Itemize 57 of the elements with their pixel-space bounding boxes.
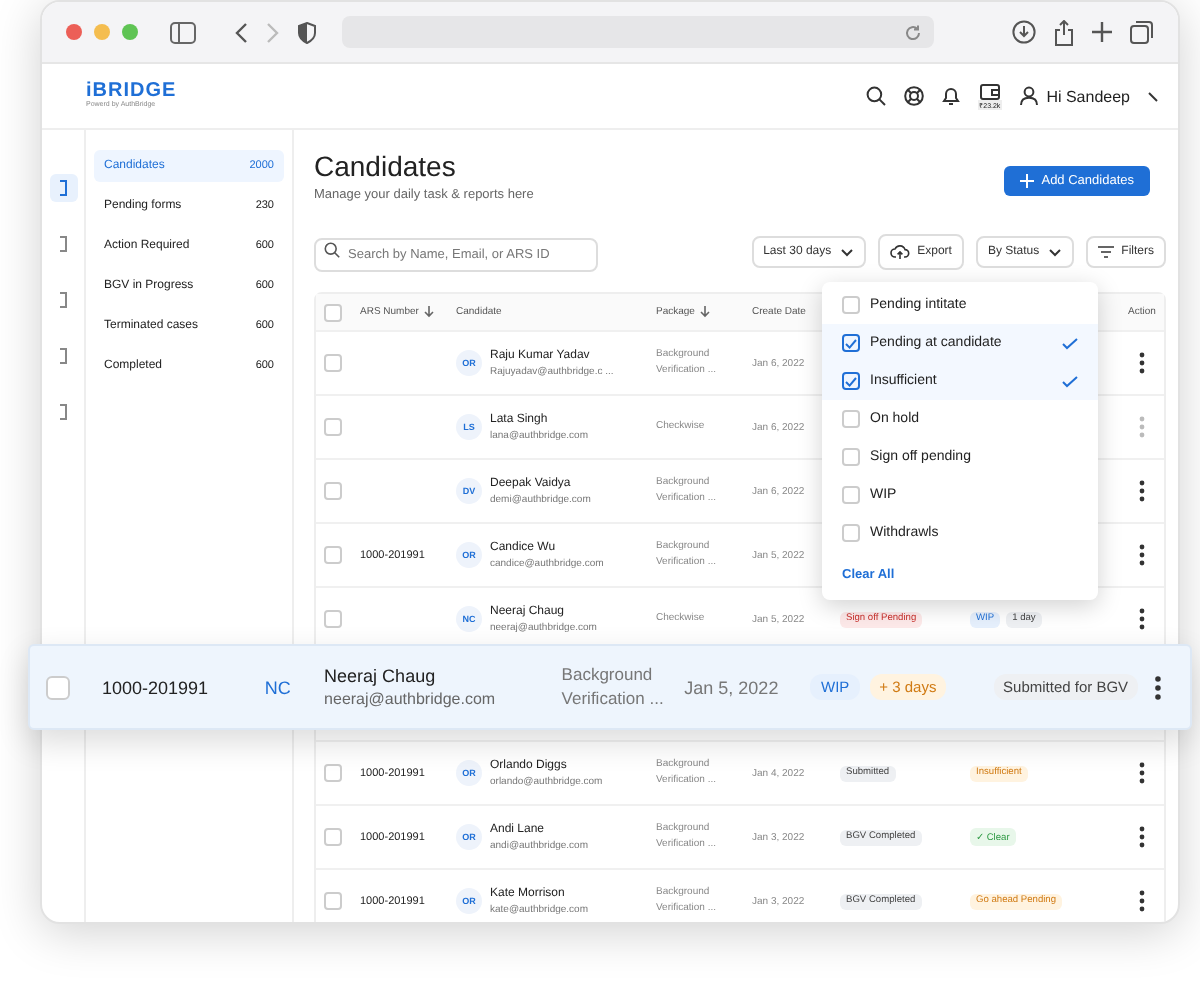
arrow-down-icon <box>424 306 435 318</box>
cloud-upload-icon <box>889 244 910 260</box>
nav-icon[interactable] <box>49 174 77 202</box>
row-checkbox[interactable] <box>324 892 342 910</box>
ars-number: 1000-201991 <box>102 677 211 697</box>
row-checkbox[interactable] <box>46 675 70 699</box>
caret-icon[interactable] <box>1148 91 1158 101</box>
more-options-icon[interactable] <box>1138 352 1146 374</box>
row-checkbox[interactable] <box>324 610 342 628</box>
candidate-email: neeraj@authbridge.com <box>324 690 498 708</box>
create-date: Jan 5, 2022 <box>684 677 781 697</box>
select-all-checkbox[interactable] <box>324 303 342 321</box>
more-options-icon[interactable] <box>1138 544 1146 566</box>
page-title: Candidates <box>314 150 458 182</box>
plus-icon <box>1019 174 1034 188</box>
download-icon[interactable] <box>1012 20 1036 44</box>
chevron-down-icon <box>1047 247 1062 257</box>
checkmark-icon <box>1062 337 1078 349</box>
row-checkbox[interactable] <box>324 546 342 564</box>
share-icon[interactable] <box>1054 19 1074 45</box>
row-checkbox[interactable] <box>324 764 342 782</box>
tabs-icon[interactable] <box>1130 20 1154 44</box>
more-options-icon[interactable] <box>1138 480 1146 502</box>
shield-icon[interactable] <box>298 21 316 43</box>
row-checkbox[interactable] <box>324 482 342 500</box>
new-tab-icon[interactable] <box>1092 22 1112 42</box>
sidebar-icon[interactable] <box>170 21 196 43</box>
package-name: Background Verification ... <box>561 664 666 710</box>
more-options-icon[interactable] <box>1138 890 1146 912</box>
option-checkbox[interactable] <box>842 372 860 390</box>
logo[interactable]: iBRIDGE <box>86 82 177 103</box>
back-icon[interactable] <box>234 21 248 43</box>
chevron-down-icon <box>839 247 854 257</box>
minimize-dot-icon[interactable] <box>94 24 110 40</box>
candidate-name: Neeraj Chaug <box>324 666 438 686</box>
lifebuoy-icon[interactable] <box>903 86 924 106</box>
filter-icon <box>1097 246 1114 258</box>
maximize-dot-icon[interactable] <box>122 24 138 40</box>
user-greeting[interactable]: Hi Sandeep <box>1046 87 1130 105</box>
reload-icon[interactable] <box>904 23 922 41</box>
bell-icon[interactable] <box>941 86 960 106</box>
user-icon[interactable] <box>1020 86 1039 106</box>
more-options-icon[interactable] <box>1138 762 1146 784</box>
arrow-down-icon <box>700 306 711 318</box>
checkmark-icon <box>1062 375 1078 387</box>
more-options-icon[interactable] <box>1138 608 1146 630</box>
search-icon <box>324 242 340 258</box>
row-checkbox[interactable] <box>324 418 342 436</box>
more-options-icon[interactable] <box>1138 826 1146 848</box>
close-dot-icon[interactable] <box>66 24 82 40</box>
avatar-initials: NC <box>264 677 293 697</box>
search-icon[interactable] <box>865 86 886 106</box>
option-checkbox[interactable] <box>842 334 860 352</box>
wallet-icon[interactable] <box>979 82 1000 100</box>
row-checkbox[interactable] <box>324 828 342 846</box>
row-checkbox[interactable] <box>324 354 342 372</box>
more-options-icon[interactable] <box>1154 675 1163 699</box>
